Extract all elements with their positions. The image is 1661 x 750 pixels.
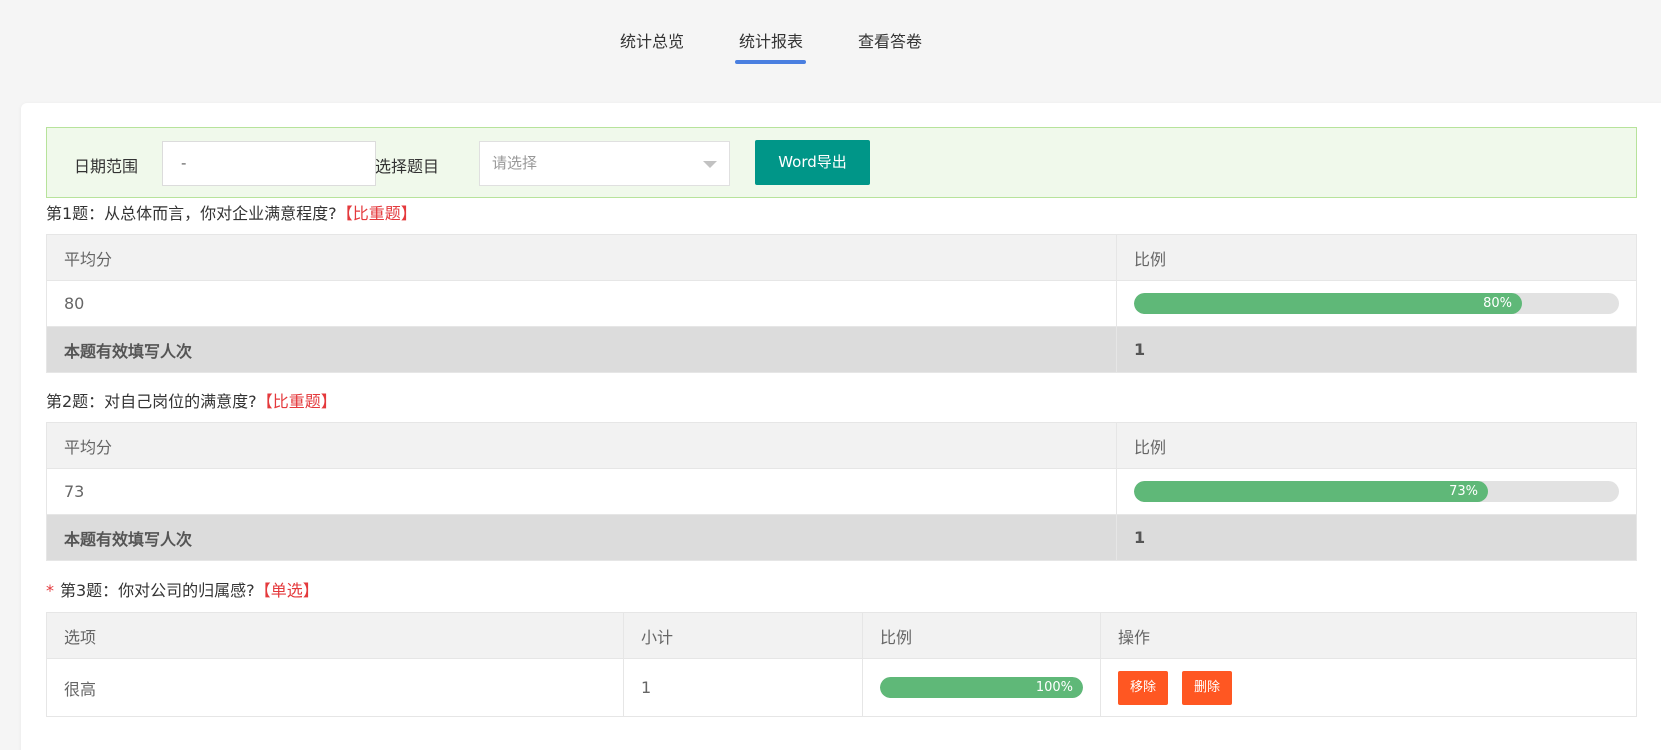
col-ratio-header: 比例 — [1116, 234, 1637, 281]
ratio-cell: 80% — [1116, 280, 1637, 327]
tab-bar: 统计总览 统计报表 查看答卷 — [0, 0, 1661, 68]
progress-bar: 80% — [1134, 293, 1619, 314]
progress-fill: 73% — [1134, 481, 1489, 502]
footer-value: 1 — [1116, 514, 1637, 561]
table-row: 73 73% — [46, 468, 1637, 515]
progress-text: 73% — [1449, 484, 1479, 499]
action-cell: 移除 删除 — [1100, 658, 1637, 717]
col-count-header: 小计 — [623, 612, 863, 659]
ratio-cell: 73% — [1116, 468, 1637, 515]
footer-label: 本题有效填写人次 — [46, 326, 1117, 373]
question-3-title: * 第3题：你对公司的归属感?【单选】 — [46, 577, 319, 601]
progress-fill: 80% — [1134, 293, 1522, 314]
progress-text: 80% — [1483, 296, 1512, 311]
date-range-label: 日期范围 — [74, 157, 139, 176]
table-header-row: 平均分 比例 — [46, 422, 1637, 469]
question-select[interactable]: 请选择 — [479, 141, 730, 186]
footer-label: 本题有效填写人次 — [46, 514, 1117, 561]
question-1-table: 平均分 比例 80 80% 本题有效填写人次 1 — [46, 234, 1637, 373]
tab-overview[interactable]: 统计总览 — [620, 28, 684, 52]
tab-report[interactable]: 统计报表 — [739, 28, 803, 52]
tab-active-indicator — [735, 60, 806, 64]
col-ratio-header: 比例 — [1116, 422, 1637, 469]
table-row: 很高 1 100% 移除 删除 — [46, 658, 1637, 717]
remove-button[interactable]: 移除 — [1118, 670, 1169, 705]
question-1-text: 第1题：从总体而言，你对企业满意程度? — [46, 204, 337, 223]
col-ratio-header: 比例 — [862, 612, 1101, 659]
chevron-down-icon — [703, 161, 717, 168]
question-2-text: 第2题：对自己岗位的满意度? — [46, 392, 257, 411]
avg-value: 80 — [46, 280, 1117, 327]
word-export-button[interactable]: Word导出 — [755, 140, 870, 185]
table-row: 80 80% — [46, 280, 1637, 327]
required-mark: * — [46, 581, 54, 600]
table-footer-row: 本题有效填写人次 1 — [46, 326, 1637, 373]
table-header-row: 平均分 比例 — [46, 234, 1637, 281]
date-range-input[interactable]: - — [162, 141, 376, 186]
question-3-table: 选项 小计 比例 操作 很高 1 100% 移除 删除 — [46, 612, 1637, 717]
progress-text: 100% — [1035, 680, 1073, 695]
question-select-placeholder: 请选择 — [492, 154, 538, 172]
question-2-table: 平均分 比例 73 73% 本题有效填写人次 1 — [46, 422, 1637, 561]
question-3-text: 第3题：你对公司的归属感? — [60, 581, 255, 600]
col-avg-header: 平均分 — [46, 422, 1117, 469]
col-action-header: 操作 — [1100, 612, 1637, 659]
col-avg-header: 平均分 — [46, 234, 1117, 281]
option-count: 1 — [623, 658, 863, 717]
question-select-label: 选择题目 — [375, 157, 440, 176]
question-2-title: 第2题：对自己岗位的满意度?【比重题】 — [46, 388, 337, 412]
tab-answers[interactable]: 查看答卷 — [858, 28, 922, 52]
ratio-cell: 100% — [862, 658, 1101, 717]
progress-fill: 100% — [880, 677, 1083, 698]
avg-value: 73 — [46, 468, 1117, 515]
progress-bar: 100% — [880, 677, 1083, 698]
table-header-row: 选项 小计 比例 操作 — [46, 612, 1637, 659]
question-1-title: 第1题：从总体而言，你对企业满意程度?【比重题】 — [46, 200, 417, 224]
filter-bar: 日期范围 - 选择题目 请选择 Word导出 — [46, 127, 1637, 198]
question-1-type: 【比重题】 — [336, 204, 417, 223]
delete-button[interactable]: 删除 — [1182, 670, 1233, 705]
progress-bar: 73% — [1134, 481, 1619, 502]
footer-value: 1 — [1116, 326, 1637, 373]
question-3-type: 【单选】 — [254, 581, 319, 600]
col-option-header: 选项 — [46, 612, 624, 659]
table-footer-row: 本题有效填写人次 1 — [46, 514, 1637, 561]
option-label: 很高 — [46, 658, 624, 717]
question-2-type: 【比重题】 — [256, 392, 337, 411]
